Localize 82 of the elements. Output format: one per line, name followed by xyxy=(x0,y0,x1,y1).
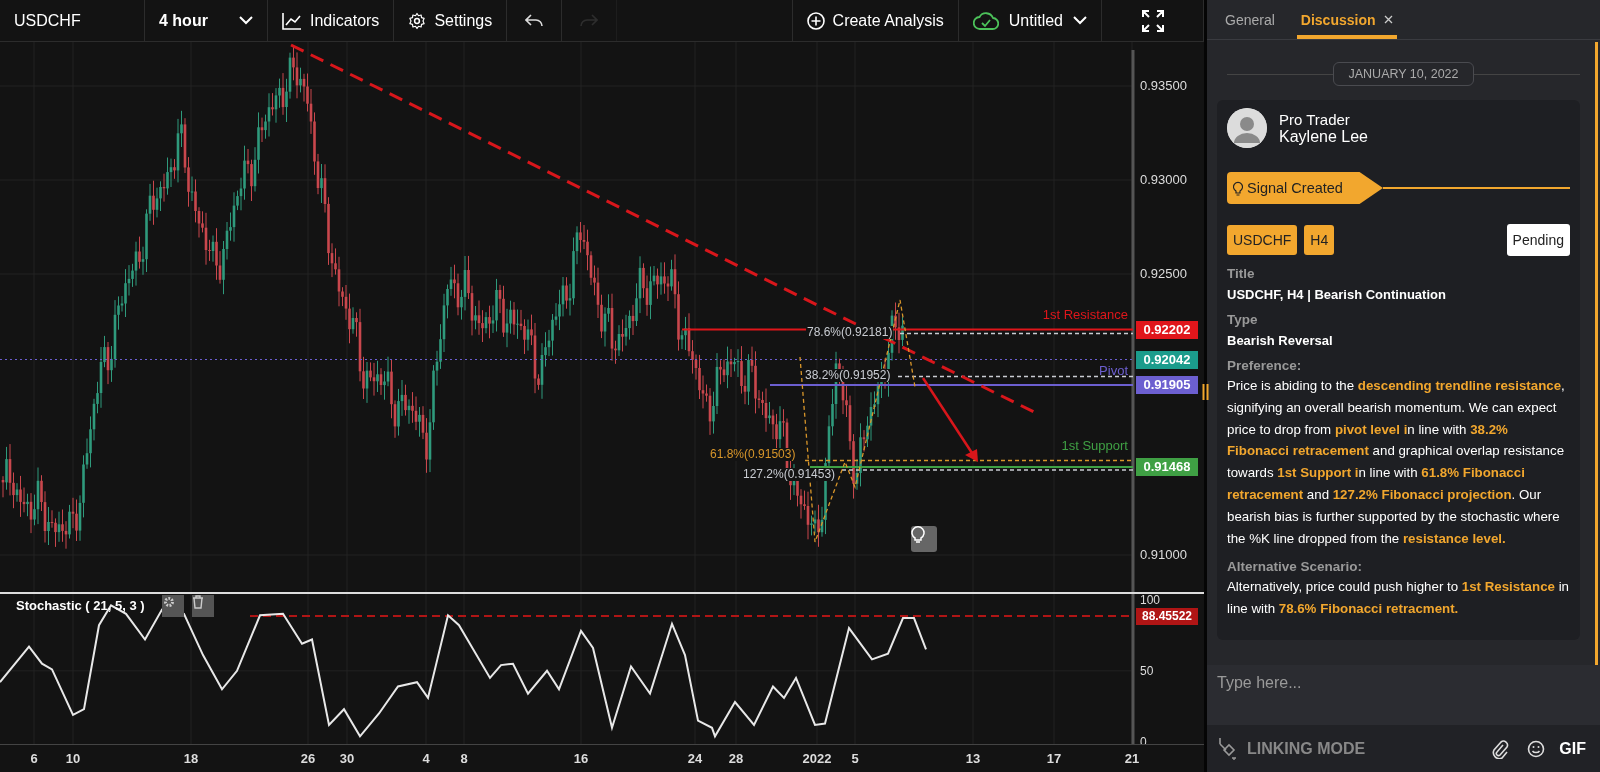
field-value: USDCHF, H4 | Bearish Continuation xyxy=(1227,287,1447,302)
drag-handle-icon[interactable] xyxy=(1202,384,1209,400)
line-chart-icon xyxy=(282,11,302,30)
time-tick: 30 xyxy=(339,751,355,767)
avatar xyxy=(1227,108,1267,148)
time-tick: 26 xyxy=(300,751,316,767)
time-tick: 10 xyxy=(65,751,81,767)
caret-icon xyxy=(239,16,253,25)
price-tick: 0.93000 xyxy=(1140,172,1187,188)
fib-label: 127.2%(0.91453) xyxy=(742,468,837,481)
tag: H4 xyxy=(1304,225,1335,255)
time-tick: 6 xyxy=(30,751,38,767)
toolbar-button[interactable]: Indicators xyxy=(268,0,395,41)
fib-label: 78.6%(0.92181) xyxy=(806,325,894,339)
price-badge: 0.91905 xyxy=(1136,376,1198,394)
price-tick: 0.93500 xyxy=(1140,78,1187,94)
linking-mode-label[interactable]: LINKING MODE xyxy=(1247,739,1366,758)
trash-icon xyxy=(192,595,204,610)
fib-label: 38.2%(0.91952) xyxy=(804,368,892,382)
field-value: Bearish Reversal xyxy=(1227,333,1334,348)
gear-icon xyxy=(408,11,427,30)
lightbulb-button[interactable] xyxy=(911,526,937,552)
time-tick: 5 xyxy=(851,751,859,767)
symbol-label: USDCHF xyxy=(0,0,145,41)
time-tick: 28 xyxy=(728,751,744,767)
layout-dropdown[interactable]: Untitled xyxy=(958,0,1102,41)
price-badge: 0.92202 xyxy=(1136,320,1198,339)
interval-dropdown[interactable]: 4 hour xyxy=(145,0,268,41)
cloud-check-icon xyxy=(972,11,999,30)
paperclip-icon[interactable] xyxy=(1491,738,1510,759)
signal-banner: Signal Created xyxy=(1227,172,1383,204)
close-icon[interactable] xyxy=(1383,15,1393,24)
smiley-icon[interactable] xyxy=(1527,739,1546,758)
level-label: 1st Resistance xyxy=(1042,307,1128,323)
time-tick: 21 xyxy=(1124,751,1140,767)
time-tick: 2022 xyxy=(802,751,832,767)
level-label: 1st Support xyxy=(1061,438,1128,454)
settings-button[interactable] xyxy=(162,595,184,618)
field-label: Type xyxy=(1227,312,1259,327)
tab[interactable]: Discussion xyxy=(1296,0,1397,39)
plus-circle-icon xyxy=(806,11,825,30)
field-label: Preference: xyxy=(1227,358,1303,373)
tag: USDCHF xyxy=(1227,225,1298,255)
gear-icon xyxy=(162,595,176,610)
price-badge: 0.92042 xyxy=(1136,350,1198,369)
price-tick: 0.92500 xyxy=(1140,266,1187,282)
time-tick: 17 xyxy=(1046,751,1062,767)
time-tick: 8 xyxy=(460,751,468,767)
tab[interactable]: General xyxy=(1221,0,1279,39)
time-tick: 4 xyxy=(422,751,430,767)
axis-tick: 50 xyxy=(1140,664,1154,679)
author-name: Kaylene Lee xyxy=(1279,127,1368,146)
gif-button[interactable]: GIF xyxy=(1559,739,1586,758)
field-text: Price is abiding to the descending trendline resistance, signifying an overall bearish momentum. We can expect price to drop from pivot level in line with 38.2% Fibonacci retracement and graphical overlap resistance towards 1st Support in line with 61.8% Fibonacci retracement and 127.2% Fibonacci projection. Our bearish bias is further supported by the stochastic where the %K line dropped from the resistance level. xyxy=(1227,377,1566,548)
time-tick: 18 xyxy=(183,751,199,767)
toolbar-button[interactable]: Settings xyxy=(394,0,508,41)
status-label: Pending xyxy=(1506,224,1570,256)
fib-label: 61.8%(0.91503) xyxy=(709,447,797,461)
author-role: Pro Trader xyxy=(1279,110,1351,128)
price-tick: 0.91000 xyxy=(1140,547,1187,563)
value-badge: 88.45522 xyxy=(1136,607,1198,625)
field-label: Title xyxy=(1227,266,1256,281)
caret-icon xyxy=(1073,16,1087,25)
fullscreen-icon[interactable] xyxy=(1140,8,1165,33)
indicator-title: Stochastic ( 21, 5, 3 ) xyxy=(16,598,145,614)
time-tick: 24 xyxy=(687,751,703,767)
field-text: Alternatively, price could push higher to 1st Resistance in line with 78.6% Fibonacci retracment. xyxy=(1227,578,1570,619)
price-badge: 0.91468 xyxy=(1136,458,1198,476)
message-input[interactable]: Type here... xyxy=(1217,665,1590,701)
create-analysis-button[interactable]: Create Analysis xyxy=(792,0,959,41)
lightbulb-icon xyxy=(911,526,925,544)
delete-button[interactable] xyxy=(192,595,214,618)
scrollbar[interactable] xyxy=(1595,42,1598,665)
undo-icon[interactable] xyxy=(525,13,544,28)
time-tick: 16 xyxy=(573,751,589,767)
link-icon[interactable] xyxy=(1217,736,1239,761)
level-label: Pivot xyxy=(1099,363,1128,379)
time-tick: 13 xyxy=(965,751,981,767)
message-field[interactable]: Type here... xyxy=(1207,665,1600,725)
field-label: Alternative Scenario: xyxy=(1227,559,1364,575)
axis-tick: 100 xyxy=(1140,593,1161,608)
lightbulb-icon xyxy=(1233,180,1243,196)
